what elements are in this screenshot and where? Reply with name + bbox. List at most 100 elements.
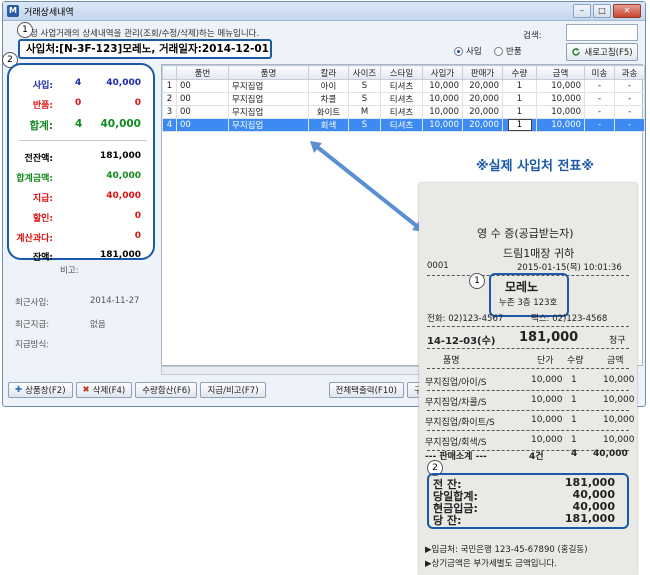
receipt-divider	[427, 430, 629, 431]
receipt-datetime: 2015-01-15(목) 10:01:36	[517, 263, 622, 273]
button-label: 상품창(F2)	[25, 386, 66, 396]
table-cell: 10,000	[536, 118, 585, 132]
receipt-item-cell: 10,000	[603, 435, 635, 445]
title-bar: M 거래상세내역 – □ ✕	[3, 2, 645, 21]
summary-label: 전잔액:	[24, 154, 53, 164]
product-window-button[interactable]: ✚ 상품창(F2)	[8, 382, 73, 398]
x-icon: ✖	[82, 385, 90, 395]
receipt-col-price: 단가	[537, 356, 554, 366]
column-header[interactable]: 수량	[502, 65, 537, 80]
receipt-amount-note: 청구	[609, 336, 626, 346]
table-cell: -	[584, 79, 615, 93]
payment-note-button[interactable]: 지급/비고(F7)	[200, 382, 266, 398]
table-cell: 10,000	[422, 92, 463, 106]
search-label: 검색:	[523, 31, 542, 41]
receipt-item-cell: 10,000	[531, 415, 563, 425]
receipt-photo: 영 수 증(공급받는자) 드림1매장 귀하 0001 2015-01-15(목)…	[419, 183, 637, 575]
quantity-input[interactable]: 1	[507, 119, 532, 131]
table-cell: 10,000	[422, 79, 463, 93]
delete-button[interactable]: ✖ 삭제(F4)	[75, 382, 133, 398]
close-button[interactable]: ✕	[613, 4, 641, 18]
table-cell: 티셔츠	[380, 105, 423, 119]
table-row[interactable]: 1 00 무지집업 아이 S 티셔츠 10,000 20,000 1 10,000- -	[162, 79, 645, 93]
receipt-item-cell: 10,000	[531, 395, 563, 405]
table-cell: -	[584, 105, 615, 119]
receipt-item-cell: 10,000	[531, 375, 563, 385]
info-label: 비고:	[60, 266, 79, 276]
summary-panel: 사입: 4 40,000 반품: 0 0 합계: 4 40,000 전잔액: 181,000 합계금액…	[7, 63, 155, 263]
receipt-footer-tax: ▶상기금액은 부가세별도 금액입니다.	[425, 559, 557, 569]
table-cell: -	[584, 118, 615, 132]
column-header[interactable]: 과송	[614, 65, 645, 80]
column-header[interactable]: 품번	[176, 65, 229, 80]
print-all-tags-button[interactable]: 전체택출력(F10)	[328, 382, 404, 398]
summary-count: 0	[75, 98, 82, 108]
summary-value: 0	[134, 211, 141, 221]
receipt-phone: 전화: 02)123-4567	[427, 314, 504, 324]
summary-count: 4	[75, 118, 83, 130]
receipt-item-cell: 무지집업/화이트/S	[425, 418, 495, 428]
search-input[interactable]	[566, 24, 638, 41]
column-header[interactable]	[162, 65, 177, 80]
column-header[interactable]: 사이즈	[348, 65, 381, 80]
minimize-button[interactable]: –	[573, 4, 591, 18]
column-header[interactable]: 스타일	[380, 65, 423, 80]
radio-purchase-label: 사입	[466, 47, 482, 57]
table-cell: 10,000	[536, 105, 585, 119]
table-row[interactable]: 4 00 무지집업 회색 S 티셔츠 10,000 20,000 1 10,000- -	[162, 118, 645, 132]
radio-return[interactable]: 반품	[494, 45, 522, 57]
table-cell: 10,000	[422, 118, 463, 132]
receipt-total-value: 181,000	[564, 512, 615, 525]
table-cell[interactable]: 1	[502, 105, 537, 119]
maximize-button[interactable]: □	[593, 4, 611, 18]
items-table: 품번 품명 칼라 사이즈 스타일 사입가 판매가 수량 금액 미송 과송 1 00 무지집업 아이 S 티셔츠…	[162, 65, 645, 132]
table-cell: 1	[162, 79, 177, 93]
summary-value: 0	[134, 231, 141, 241]
column-header[interactable]: 칼라	[308, 65, 349, 80]
summary-divider	[19, 140, 147, 141]
table-cell: 무지집업	[228, 118, 309, 132]
button-label: 삭제(F4)	[92, 386, 126, 396]
table-cell: -	[584, 92, 615, 106]
table-cell: 티셔츠	[380, 118, 423, 132]
receipt-divider	[427, 410, 629, 411]
column-header[interactable]: 미송	[584, 65, 615, 80]
column-header[interactable]: 품명	[228, 65, 309, 80]
summary-label: 잔액:	[32, 253, 53, 263]
table-cell: 무지집업	[228, 92, 309, 106]
column-header[interactable]: 금액	[536, 65, 585, 80]
summary-label: 합계:	[29, 120, 53, 132]
table-row[interactable]: 3 00 무지집업 화이트 M 티셔츠 10,000 20,000 1 10,000- -	[162, 105, 645, 119]
table-cell: 2	[162, 92, 177, 106]
summary-count: 4	[75, 78, 82, 88]
receipt-total-label: 당 잔:	[433, 514, 462, 527]
receipt-badge-1: 1	[469, 273, 485, 289]
table-row[interactable]: 2 00 무지집업 차콜 S 티셔츠 10,000 20,000 1 10,000- -	[162, 92, 645, 106]
table-cell: M	[348, 105, 381, 119]
refresh-button[interactable]: 새로고침(F5)	[566, 43, 638, 61]
table-cell: 티셔츠	[380, 92, 423, 106]
table-cell[interactable]: 1	[502, 79, 537, 93]
quantity-sum-button[interactable]: 수량합산(F6)	[135, 382, 198, 398]
receipt-col-amount: 금액	[607, 356, 624, 366]
summary-label: 계산과다:	[16, 234, 53, 244]
table-cell: 화이트	[308, 105, 349, 119]
table-cell[interactable]: 1	[502, 118, 537, 132]
radio-purchase[interactable]: 사입	[454, 45, 482, 57]
receipt-amount: 181,000	[519, 330, 579, 345]
column-header[interactable]: 판매가	[462, 65, 503, 80]
table-cell[interactable]: 1	[502, 92, 537, 106]
table-cell: 20,000	[462, 79, 503, 93]
receipt-divider	[427, 368, 629, 369]
receipt-item-cell: 1	[571, 435, 577, 445]
table-cell: 회색	[308, 118, 349, 132]
receipt-item-cell: 10,000	[603, 375, 635, 385]
vendor-header: 사입처:[N-3F-123]모레노, 거래일자:2014-12-01(월)	[18, 39, 272, 59]
column-header[interactable]: 사입가	[422, 65, 463, 80]
table-cell: 10,000	[536, 92, 585, 106]
summary-label: 지급:	[32, 194, 53, 204]
summary-label: 사입:	[32, 81, 53, 91]
table-cell: 10,000	[422, 105, 463, 119]
horizontal-scrollbar[interactable]	[161, 366, 461, 375]
info-value: 2014-11-27	[90, 296, 140, 306]
